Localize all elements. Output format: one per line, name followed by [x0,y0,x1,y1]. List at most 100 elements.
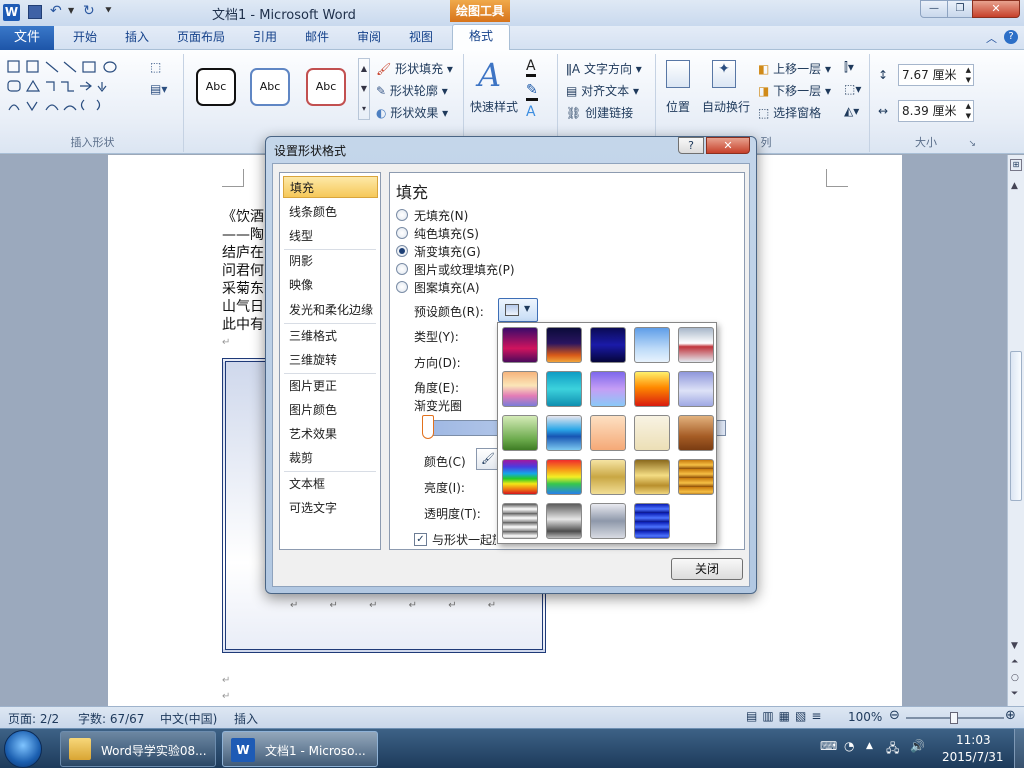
pattern-fill-label[interactable]: 图案填充(A) [414,279,480,296]
gradient-fill-label[interactable]: 渐变填充(G) [414,243,481,260]
help-button[interactable]: ? [1004,30,1018,44]
word-count[interactable]: 字数: 67/67 [78,710,144,727]
rotate-with-shape-checkbox[interactable]: ✓ [414,533,427,546]
preset-gradient-swatch[interactable] [502,415,538,451]
nav-glow-soft-edges[interactable]: 发光和柔化边缘 [283,299,381,321]
text-box-icon[interactable]: ▤▾ [150,82,167,96]
quick-styles-icon[interactable]: A [478,56,501,94]
view-buttons[interactable]: ▤▥▦▧≡ [746,709,826,723]
customize-toolbar-icon[interactable]: ⯆ [104,4,113,18]
preset-gradient-swatch[interactable] [634,415,670,451]
wrap-text-icon[interactable]: ✦ [712,60,736,88]
shape-effects-button[interactable]: ◐ 形状效果 ▾ [376,104,448,121]
show-desktop-button[interactable] [1014,729,1024,768]
nav-alt-text[interactable]: 可选文字 [283,497,378,519]
close-window-button[interactable]: ✕ [972,0,1020,18]
scroll-down-icon[interactable]: ▼ [1011,641,1018,651]
no-fill-label[interactable]: 无填充(N) [414,207,468,224]
language-indicator[interactable]: 中文(中国) [160,710,217,727]
nav-text-box[interactable]: 文本框 [283,473,378,495]
preset-gradient-swatch[interactable] [678,371,714,407]
zoom-out-icon[interactable]: ⊖ [889,708,900,723]
ruler-toggle-icon[interactable]: ⊞ [1010,159,1022,171]
preset-gradient-swatch[interactable] [502,371,538,407]
keyboard-icon[interactable]: ⌨ [820,739,837,753]
text-outline-icon[interactable]: ✎ [526,82,538,101]
dialog-close-text-button[interactable]: 关闭 [671,558,743,580]
align-text-button[interactable]: ▤ 对齐文本 ▾ [566,82,639,99]
preset-gradient-swatch[interactable] [590,415,626,451]
page-count[interactable]: 页面: 2/2 [8,710,59,727]
start-button[interactable] [4,730,42,768]
help-icon[interactable]: ︿ [986,30,997,46]
minimize-button[interactable]: — [920,0,948,18]
prev-page-icon[interactable]: ⏶ [1011,657,1018,667]
tab-mailings[interactable]: 邮件 [294,26,340,50]
taskbar-item-word[interactable]: W 文档1 - Microso... [222,731,378,767]
preset-gradient-swatch[interactable] [546,459,582,495]
style-sample-black[interactable]: Abc [196,68,236,106]
tab-page-layout[interactable]: 页面布局 [168,26,234,50]
clock-time[interactable]: 11:03 [956,733,991,747]
shape-fill-button[interactable]: 🖌 形状填充 ▾ [376,60,453,77]
zoom-in-icon[interactable]: ⊕ [1005,708,1016,723]
clock-date[interactable]: 2015/7/31 [942,750,1004,764]
tab-insert[interactable]: 插入 [114,26,160,50]
height-spinner[interactable]: 7.67 厘米 ▲ ▼ [898,64,974,86]
nav-crop[interactable]: 裁剪 [283,447,378,469]
nav-picture-color[interactable]: 图片颜色 [283,399,378,421]
preset-colors-dropdown[interactable]: ▼ [498,298,538,322]
tab-home[interactable]: 开始 [62,26,108,50]
picture-texture-fill-radio[interactable] [396,263,408,275]
preset-gradient-swatch[interactable] [546,415,582,451]
preset-gradient-swatch[interactable] [634,503,670,539]
save-icon[interactable] [28,5,42,19]
preset-gradient-swatch[interactable] [678,415,714,451]
tab-format[interactable]: 格式 [452,24,510,51]
restore-button[interactable]: ❐ [947,0,973,18]
create-link-button[interactable]: ⛓ 创建链接 [566,104,633,121]
tab-references[interactable]: 引用 [242,26,288,50]
quick-styles-button[interactable]: 快速样式 [470,98,518,115]
preset-gradient-swatch[interactable] [546,503,582,539]
text-direction-button[interactable]: ǁA 文字方向 ▾ [566,60,642,77]
preset-gradient-swatch[interactable] [678,327,714,363]
insert-mode-indicator[interactable]: 插入 [234,710,258,727]
zoom-slider[interactable] [906,712,1004,724]
shape-outline-button[interactable]: ✎ 形状轮廓 ▾ [376,82,448,99]
preset-gradient-swatch[interactable] [634,371,670,407]
nav-3d-rotation[interactable]: 三维旋转 [283,349,378,371]
preset-gradient-swatch[interactable] [502,327,538,363]
preset-gradient-swatch[interactable] [678,459,714,495]
group-icon[interactable]: ⬚▾ [844,82,861,96]
nav-artistic-effects[interactable]: 艺术效果 [283,423,378,445]
width-spinner[interactable]: 8.39 厘米 ▲ ▼ [898,100,974,122]
undo-dropdown-icon[interactable]: ▼ [68,6,74,15]
style-sample-blue[interactable]: Abc [250,68,290,106]
align-icon[interactable]: ⫿▾ [844,60,854,75]
text-effects-icon[interactable]: A [526,104,536,120]
position-button[interactable]: 位置 [666,98,690,115]
style-sample-red[interactable]: Abc [306,68,346,106]
nav-3d-format[interactable]: 三维格式 [283,325,378,347]
dialog-help-button[interactable]: ? [678,137,704,154]
nav-shadow[interactable]: 阴影 [283,250,378,272]
height-spin-arrows[interactable]: ▲ ▼ [966,65,971,85]
preset-gradient-swatch[interactable] [590,371,626,407]
preset-gradient-swatch[interactable] [546,327,582,363]
width-spin-arrows[interactable]: ▲ ▼ [966,101,971,121]
preset-gradient-swatch[interactable] [502,459,538,495]
rotate-icon[interactable]: ◭▾ [844,104,859,118]
preset-gradient-swatch[interactable] [590,327,626,363]
send-backward-button[interactable]: ◨ 下移一层 ▾ [758,82,831,99]
tray-arrow-icon[interactable]: ▲ [866,741,873,751]
text-fill-icon[interactable]: A [526,58,536,77]
file-tab[interactable]: 文件 [0,26,54,50]
zoom-slider-thumb[interactable] [950,712,958,724]
preset-gradient-swatch[interactable] [502,503,538,539]
edit-shape-icon[interactable]: ⬚ [150,60,161,74]
rotate-with-shape-label[interactable]: 与形状一起旋转(W) [432,531,496,548]
preset-gradient-swatch[interactable] [590,503,626,539]
word-app-icon[interactable]: W [3,4,20,21]
shapes-gallery[interactable] [6,58,136,118]
